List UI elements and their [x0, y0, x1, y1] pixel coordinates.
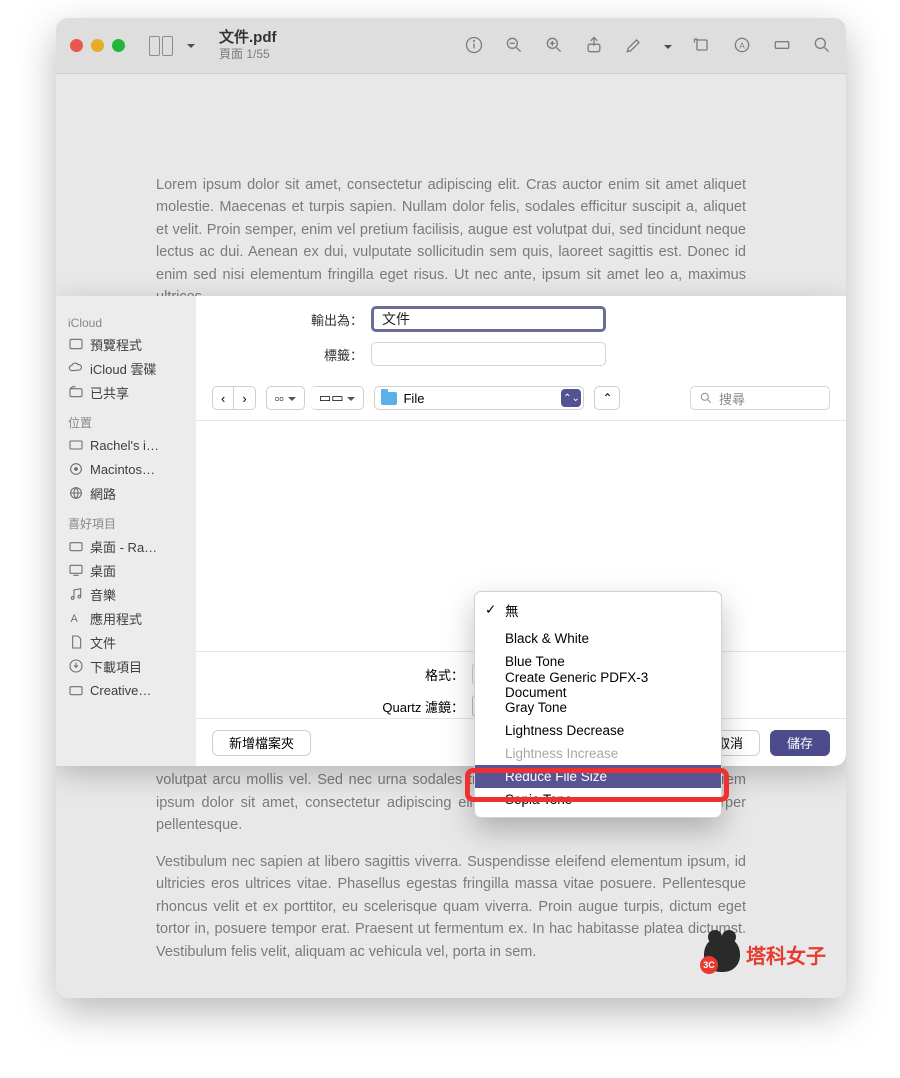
- watermark-avatar-icon: 3C: [704, 936, 740, 972]
- watermark: 3C 塔科女子: [704, 936, 826, 972]
- sidebar-item-shared[interactable]: 已共享: [62, 380, 190, 404]
- sidebar-item-music[interactable]: 音樂: [62, 582, 190, 606]
- view-group-button[interactable]: ▭▭: [311, 386, 365, 410]
- save-sidebar: iCloud 預覽程式 iCloud 雲碟 已共享 位置 Rachel's i……: [56, 296, 196, 766]
- folder-icon: [381, 392, 397, 405]
- sidebar-section-icloud: iCloud: [62, 312, 190, 332]
- watermark-text: 塔科女子: [746, 940, 826, 969]
- sidebar-item-network[interactable]: 網路: [62, 481, 190, 505]
- export-sheet: iCloud 預覽程式 iCloud 雲碟 已共享 位置 Rachel's i……: [56, 296, 846, 766]
- search-field[interactable]: 搜尋: [690, 386, 830, 410]
- quartz-filter-label: Quartz 濾鏡：: [212, 697, 472, 716]
- sidebar-item-desktop-ra[interactable]: 桌面 - Ra…: [62, 534, 190, 558]
- sidebar-item-macintosh[interactable]: Macintos…: [62, 457, 190, 481]
- location-popup[interactable]: File ⌃⌄: [374, 386, 584, 410]
- forward-button[interactable]: ›: [234, 386, 255, 410]
- menu-item-bw[interactable]: Black & White: [475, 627, 721, 650]
- window-controls: [70, 39, 125, 52]
- zoom-icon[interactable]: [112, 39, 125, 52]
- chevron-down-icon[interactable]: [664, 35, 672, 56]
- minimize-icon[interactable]: [91, 39, 104, 52]
- info-icon[interactable]: [464, 35, 484, 55]
- rotate-icon[interactable]: [692, 35, 712, 55]
- sidebar-item-apps[interactable]: A應用程式: [62, 606, 190, 630]
- page-indicator: 頁面 1/55: [219, 47, 277, 62]
- filename-label: 文件.pdf: [219, 29, 277, 48]
- chevron-down-icon[interactable]: [187, 37, 195, 55]
- menu-item-light-inc[interactable]: Lightness Increase: [475, 742, 721, 765]
- save-button[interactable]: 儲存: [770, 730, 830, 756]
- menu-item-pdfx[interactable]: Create Generic PDFX-3 Document: [475, 673, 721, 696]
- markup-icon[interactable]: [624, 35, 644, 55]
- highlight-icon[interactable]: [772, 35, 792, 55]
- menu-item-gray[interactable]: Gray Tone: [475, 696, 721, 719]
- sidebar-toggle-button[interactable]: [149, 36, 173, 56]
- sidebar-item-icloud-drive[interactable]: iCloud 雲碟: [62, 356, 190, 380]
- sidebar-section-favorites: 喜好項目: [62, 511, 190, 534]
- quartz-filter-menu: ✓無 Black & White Blue Tone Create Generi…: [474, 591, 722, 818]
- svg-text:A: A: [71, 613, 79, 625]
- filename-input[interactable]: [371, 306, 606, 332]
- zoom-out-icon[interactable]: [504, 35, 524, 55]
- titlebar: 文件.pdf 頁面 1/55 A: [56, 18, 846, 74]
- svg-text:A: A: [739, 40, 745, 50]
- tags-label: 標籤：: [196, 345, 371, 364]
- share-icon[interactable]: [584, 35, 604, 55]
- save-main: 輸出為： 標籤： ‹ › ▫▫ ▭▭ File ⌃⌄: [196, 296, 846, 766]
- menu-item-sepia[interactable]: Sepia Tone: [475, 788, 721, 811]
- sidebar-item-documents[interactable]: 文件: [62, 630, 190, 654]
- app-window: 文件.pdf 頁面 1/55 A Lorem ipsum dolor sit a…: [56, 18, 846, 998]
- sidebar-item-desktop[interactable]: 桌面: [62, 558, 190, 582]
- export-as-label: 輸出為：: [196, 310, 371, 329]
- zoom-in-icon[interactable]: [544, 35, 564, 55]
- menu-item-light-dec[interactable]: Lightness Decrease: [475, 719, 721, 742]
- close-icon[interactable]: [70, 39, 83, 52]
- document-title: 文件.pdf 頁面 1/55: [219, 29, 277, 63]
- sidebar-item-downloads[interactable]: 下載項目: [62, 654, 190, 678]
- new-folder-button[interactable]: 新增檔案夾: [212, 730, 311, 756]
- search-icon[interactable]: [812, 35, 832, 55]
- format-label: 格式：: [212, 665, 472, 684]
- updown-icon: ⌃⌄: [561, 389, 581, 407]
- search-icon: [699, 391, 713, 405]
- annotate-icon[interactable]: A: [732, 35, 752, 55]
- sidebar-item-preview[interactable]: 預覽程式: [62, 332, 190, 356]
- back-button[interactable]: ‹: [212, 386, 234, 410]
- sidebar-item-rachels[interactable]: Rachel's i…: [62, 433, 190, 457]
- view-icons-button[interactable]: ▫▫: [266, 386, 305, 410]
- sidebar-section-locations: 位置: [62, 410, 190, 433]
- menu-item-none[interactable]: ✓無: [475, 598, 721, 621]
- sidebar-item-creative[interactable]: Creative…: [62, 678, 190, 702]
- collapse-button[interactable]: ⌃: [594, 386, 620, 410]
- tags-input[interactable]: [371, 342, 606, 366]
- location-toolbar: ‹ › ▫▫ ▭▭ File ⌃⌄ ⌃ 搜尋: [196, 376, 846, 421]
- menu-item-reduce[interactable]: Reduce File Size: [475, 765, 721, 788]
